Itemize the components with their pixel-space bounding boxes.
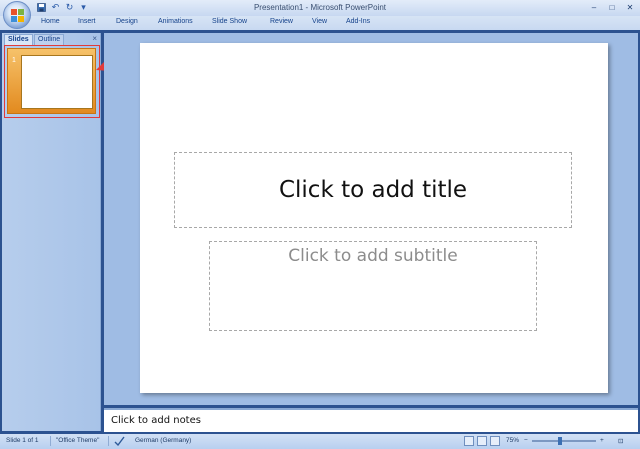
slide-thumbnail[interactable] xyxy=(21,55,93,109)
slides-panel: Slides Outline × 1 xyxy=(2,33,101,431)
subtitle-placeholder[interactable]: Click to add subtitle xyxy=(209,241,537,331)
fit-to-window-icon[interactable]: ⊡ xyxy=(618,437,623,445)
theme-name: "Office Theme" xyxy=(56,437,100,444)
office-button[interactable] xyxy=(3,1,31,29)
zoom-slider-knob[interactable] xyxy=(558,437,562,445)
tab-insert[interactable]: Insert xyxy=(78,18,96,25)
zoom-level[interactable]: 75% xyxy=(506,437,519,444)
selection-highlight-box: 1 xyxy=(4,45,100,118)
slide-canvas[interactable]: Click to add title Click to add subtitle xyxy=(140,43,608,393)
office-logo-icon xyxy=(11,9,24,22)
divider xyxy=(108,436,109,446)
zoom-slider[interactable] xyxy=(532,440,596,442)
zoom-in-icon[interactable]: + xyxy=(600,437,604,444)
slide-thumbnail-item[interactable]: 1 xyxy=(7,48,96,114)
tab-review[interactable]: Review xyxy=(270,18,293,25)
title-placeholder[interactable]: Click to add title xyxy=(174,152,572,228)
tab-home[interactable]: Home xyxy=(41,18,60,25)
divider xyxy=(50,436,51,446)
notes-pane[interactable]: Click to add notes xyxy=(104,408,638,432)
close-button[interactable]: ✕ xyxy=(622,1,638,13)
slide-show-icon[interactable] xyxy=(490,436,500,446)
notes-placeholder: Click to add notes xyxy=(111,415,201,426)
window-controls: – □ ✕ xyxy=(586,1,638,13)
panel-tabs: Slides Outline × xyxy=(2,33,101,45)
spellcheck-icon[interactable] xyxy=(114,436,125,448)
tab-add-ins[interactable]: Add-Ins xyxy=(346,18,370,25)
tab-animations[interactable]: Animations xyxy=(158,18,193,25)
title-bar: ↶ ↻ ▾ Presentation1 - Microsoft PowerPoi… xyxy=(0,0,640,16)
tab-slide-show[interactable]: Slide Show xyxy=(212,18,247,25)
tab-slides[interactable]: Slides xyxy=(4,34,33,45)
normal-view-icon[interactable] xyxy=(464,436,474,446)
tab-outline[interactable]: Outline xyxy=(34,34,65,45)
ribbon-tabs: Home Insert Design Animations Slide Show… xyxy=(0,16,640,30)
zoom-out-icon[interactable]: − xyxy=(524,437,528,444)
slide-count: Slide 1 of 1 xyxy=(6,437,39,444)
panel-close-icon[interactable]: × xyxy=(92,34,97,43)
language[interactable]: German (Germany) xyxy=(135,437,191,444)
minimize-button[interactable]: – xyxy=(586,1,602,13)
tab-view[interactable]: View xyxy=(312,18,327,25)
status-bar: Slide 1 of 1 "Office Theme" German (Germ… xyxy=(0,434,640,449)
tab-design[interactable]: Design xyxy=(116,18,138,25)
watermark: 头条@问答 xyxy=(576,414,636,428)
slide-sorter-icon[interactable] xyxy=(477,436,487,446)
slide-number: 1 xyxy=(12,57,16,64)
window-title: Presentation1 - Microsoft PowerPoint xyxy=(253,3,387,12)
maximize-button[interactable]: □ xyxy=(604,1,620,13)
